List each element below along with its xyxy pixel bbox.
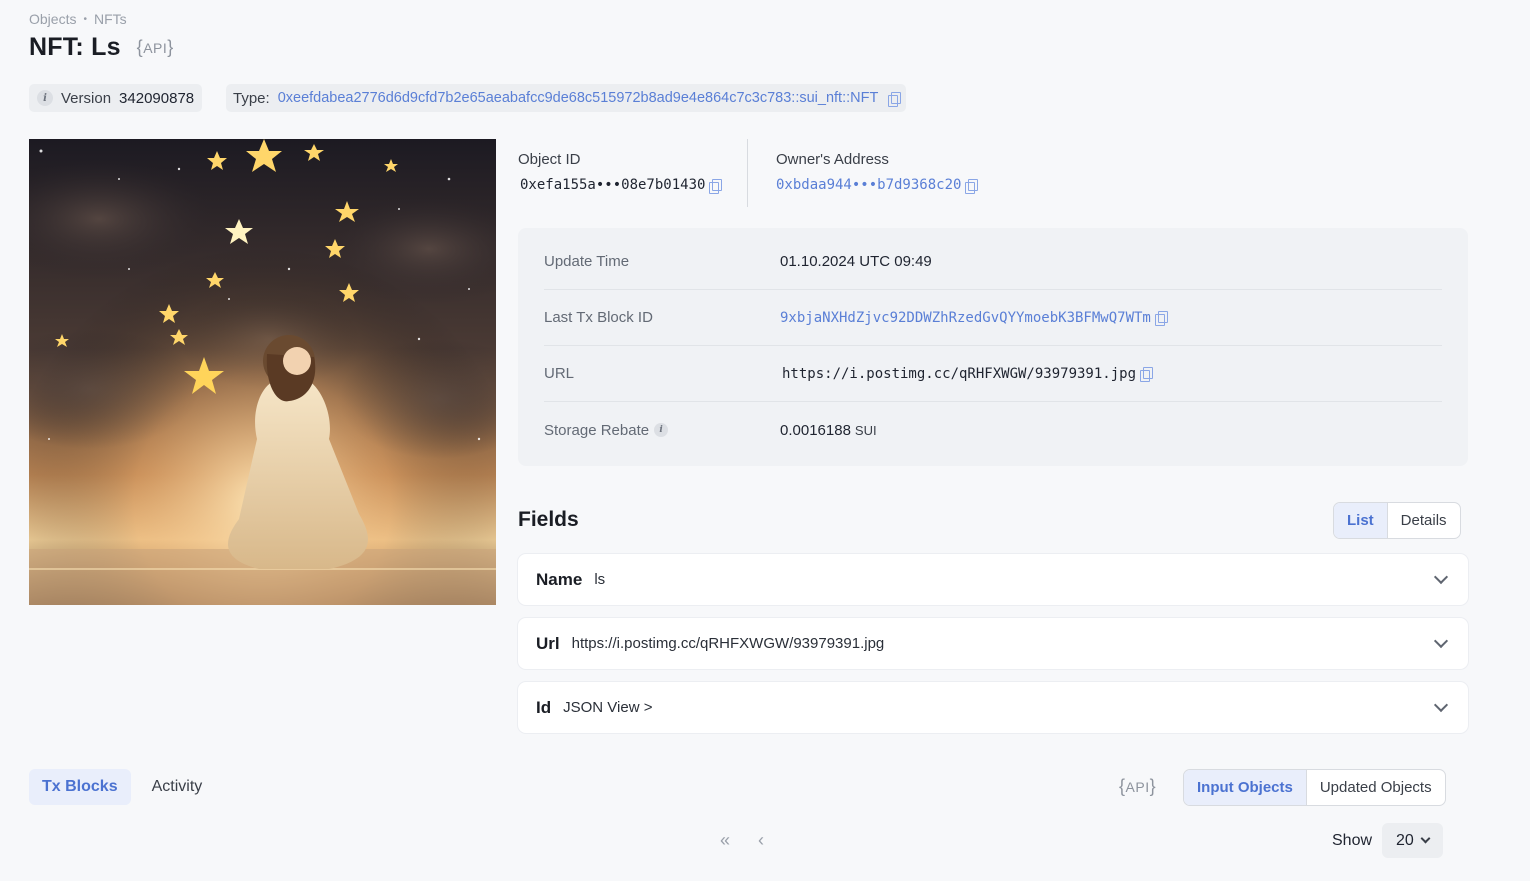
bottom-tabs: Tx Blocks Activity bbox=[29, 769, 215, 805]
object-id-block: Object ID 0xefa155a•••08e7b01430 bbox=[518, 151, 723, 194]
tab-tx-blocks[interactable]: Tx Blocks bbox=[29, 769, 131, 805]
object-id-label: Object ID bbox=[518, 151, 581, 168]
api-badge[interactable]: { API } bbox=[1119, 776, 1156, 797]
field-value: https://i.postimg.cc/qRHFXWGW/93979391.j… bbox=[571, 635, 885, 652]
copy-icon[interactable] bbox=[709, 178, 723, 194]
type-pill: Type: 0xeefdabea2776d6d9cfd7b2e65aeabafc… bbox=[226, 84, 907, 112]
property-row: URL https://i.postimg.cc/qRHFXWGW/939793… bbox=[544, 346, 1442, 402]
storage-rebate-unit: SUI bbox=[854, 422, 877, 438]
pagination: « ‹ bbox=[720, 830, 764, 851]
property-row: Last Tx Block ID 9xbjaNXHdZjvc92DDWZhRze… bbox=[544, 290, 1442, 346]
fields-view-toggle: List Details bbox=[1333, 502, 1461, 539]
type-label: Type: bbox=[233, 89, 270, 107]
version-value: 342090878 bbox=[119, 89, 195, 107]
nft-artwork bbox=[29, 139, 496, 605]
field-card-name[interactable]: Name ls bbox=[518, 554, 1468, 605]
copy-icon[interactable] bbox=[888, 91, 902, 107]
copy-icon[interactable] bbox=[965, 178, 979, 194]
url-value[interactable]: https://i.postimg.cc/qRHFXWGW/93979391.j… bbox=[782, 366, 1136, 382]
nft-image bbox=[29, 139, 496, 605]
property-key: URL bbox=[544, 365, 575, 382]
property-value: 01.10.2024 UTC 09:49 bbox=[780, 253, 932, 270]
breadcrumb: Objects • NFTs bbox=[29, 11, 127, 27]
properties-panel: Update Time 01.10.2024 UTC 09:49 Last Tx… bbox=[518, 228, 1468, 466]
property-key: Update Time bbox=[544, 253, 630, 270]
copy-icon[interactable] bbox=[1140, 367, 1154, 382]
object-filter-toggle: Input Objects Updated Objects bbox=[1183, 769, 1446, 806]
chevron-down-icon[interactable] bbox=[1433, 569, 1449, 585]
info-icon[interactable]: i bbox=[37, 90, 53, 106]
property-key: Last Tx Block ID bbox=[544, 309, 653, 326]
info-icon[interactable]: i bbox=[654, 423, 669, 437]
tab-list[interactable]: List bbox=[1334, 503, 1388, 538]
chevron-down-icon bbox=[1420, 833, 1431, 844]
owner-address-link[interactable]: 0xbdaa944•••b7d9368c20 bbox=[776, 177, 961, 193]
object-id-value: 0xefa155a•••08e7b01430 bbox=[520, 177, 706, 193]
tab-details[interactable]: Details bbox=[1388, 503, 1460, 538]
field-name: Id bbox=[536, 697, 552, 717]
field-card-id[interactable]: Id JSON View > bbox=[518, 682, 1468, 733]
page-size-value: 20 bbox=[1396, 831, 1414, 849]
field-name: Url bbox=[536, 633, 560, 653]
page-size-select[interactable]: 20 bbox=[1382, 823, 1443, 858]
divider bbox=[747, 139, 748, 207]
json-view-link[interactable]: JSON View > bbox=[563, 699, 1436, 716]
breadcrumb-objects[interactable]: Objects bbox=[29, 11, 76, 27]
owner-block: Owner's Address 0xbdaa944•••b7d9368c20 bbox=[776, 151, 979, 194]
chevron-down-icon[interactable] bbox=[1433, 633, 1449, 649]
show-label: Show bbox=[1332, 831, 1373, 849]
breadcrumb-nfts[interactable]: NFTs bbox=[94, 11, 127, 27]
api-badge[interactable]: { API } bbox=[137, 37, 174, 58]
breadcrumb-separator: • bbox=[83, 13, 87, 25]
tab-activity[interactable]: Activity bbox=[139, 769, 216, 805]
field-card-url[interactable]: Url https://i.postimg.cc/qRHFXWGW/939793… bbox=[518, 618, 1468, 669]
owner-label: Owner's Address bbox=[776, 151, 889, 168]
storage-rebate-value: 0.0016188 bbox=[780, 421, 851, 439]
title-row: NFT: Ls { API } bbox=[29, 33, 174, 62]
property-key: Storage Rebate bbox=[544, 421, 650, 439]
first-page-button[interactable]: « bbox=[720, 830, 730, 851]
fields-title: Fields bbox=[518, 508, 579, 531]
prev-page-button[interactable]: ‹ bbox=[758, 830, 764, 851]
property-row: Storage Rebate i 0.0016188 SUI bbox=[544, 402, 1442, 458]
page-title: NFT: Ls bbox=[29, 33, 121, 61]
property-row: Update Time 01.10.2024 UTC 09:49 bbox=[544, 234, 1442, 290]
copy-icon[interactable] bbox=[1154, 311, 1168, 326]
type-link[interactable]: 0xeefdabea2776d6d9cfd7b2e65aeabafcc9de68… bbox=[278, 90, 879, 106]
tab-updated-objects[interactable]: Updated Objects bbox=[1307, 770, 1445, 805]
tx-block-link[interactable]: 9xbjaNXHdZjvc92DDWZhRzedGvQYYmoebK3BFMwQ… bbox=[780, 310, 1151, 326]
field-value: ls bbox=[594, 571, 606, 588]
field-name: Name bbox=[536, 569, 583, 589]
version-pill: i Version 342090878 bbox=[29, 84, 203, 112]
page-size: Show 20 bbox=[1332, 823, 1443, 858]
chevron-down-icon[interactable] bbox=[1433, 697, 1449, 713]
tab-input-objects[interactable]: Input Objects bbox=[1184, 770, 1307, 805]
version-label: Version bbox=[61, 89, 112, 107]
